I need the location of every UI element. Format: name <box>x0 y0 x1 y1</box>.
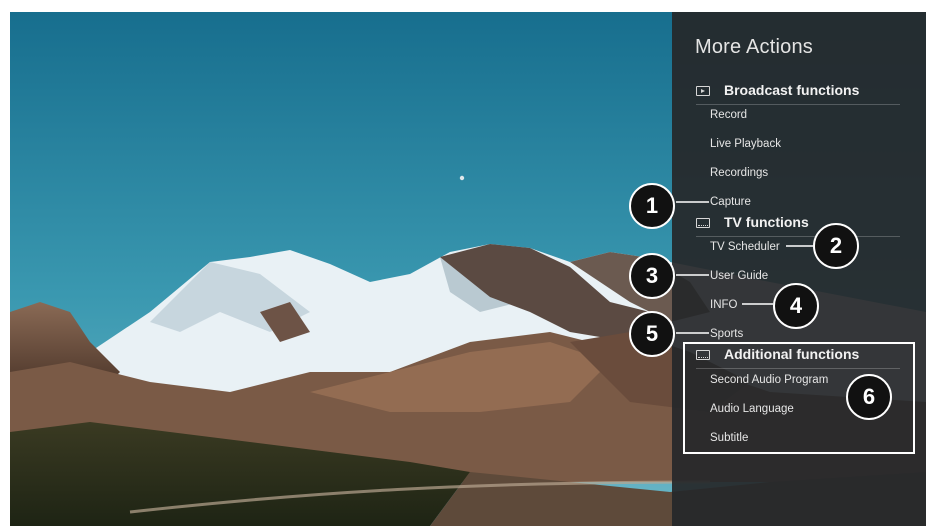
section-label: Broadcast functions <box>724 82 860 98</box>
menu-item-live-playback[interactable]: Live Playback <box>710 138 781 150</box>
panel-title: More Actions <box>695 36 814 58</box>
callout-3: 3 <box>629 253 675 299</box>
menu-item-info[interactable]: INFO <box>710 299 737 311</box>
callout-4: 4 <box>773 283 819 329</box>
section-header-tv: TV functions <box>696 214 900 237</box>
menu-item-sports[interactable]: Sports <box>710 328 743 340</box>
play-icon <box>696 86 710 96</box>
callout-6: 6 <box>846 374 892 420</box>
menu-item-record[interactable]: Record <box>710 109 747 121</box>
callout-1: 1 <box>629 183 675 229</box>
tv-icon <box>696 218 710 228</box>
menu-item-tv-scheduler[interactable]: TV Scheduler <box>710 241 780 253</box>
menu-item-recordings[interactable]: Recordings <box>710 167 768 179</box>
menu-item-user-guide[interactable]: User Guide <box>710 270 768 282</box>
menu-item-capture[interactable]: Capture <box>710 196 751 208</box>
section-header-broadcast: Broadcast functions <box>696 82 900 105</box>
callout-5: 5 <box>629 311 675 357</box>
callout-2: 2 <box>813 223 859 269</box>
section-label: TV functions <box>724 214 809 230</box>
